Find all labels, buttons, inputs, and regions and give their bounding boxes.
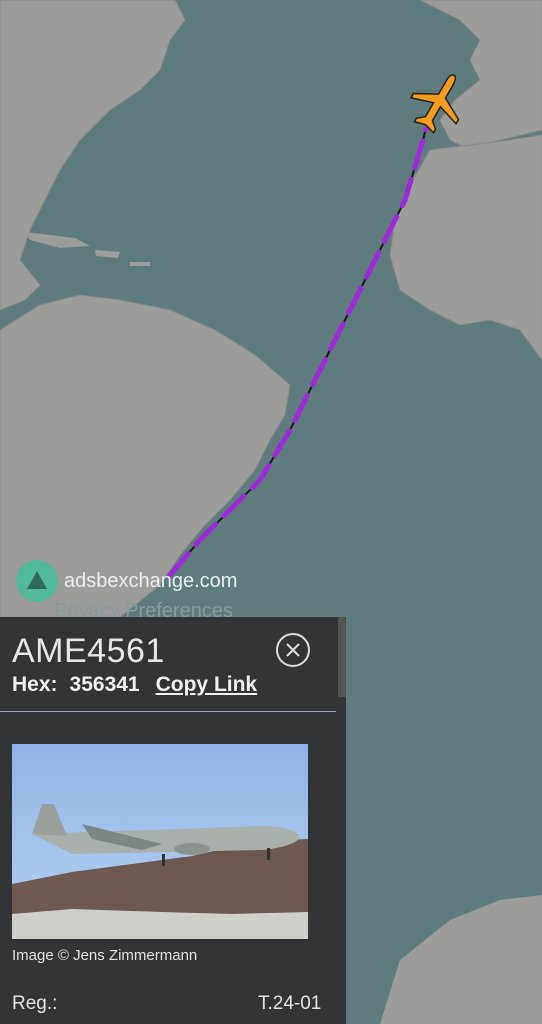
aircraft-info-panel: AME4561 Hex: 356341 Copy Link Image © Jens (0, 617, 346, 1024)
aircraft-photo[interactable] (12, 744, 308, 939)
copy-link-button[interactable]: Copy Link (156, 673, 258, 696)
panel-scrollbar[interactable] (338, 617, 346, 697)
hex-value: 356341 (69, 673, 140, 696)
adsbexchange-logo-icon (16, 560, 58, 602)
registration-label: Reg.: (12, 993, 58, 1014)
close-icon (286, 643, 300, 657)
close-panel-button[interactable] (276, 633, 310, 667)
photo-caption: Image © Jens Zimmermann (12, 947, 198, 964)
hex-label: Hex: (12, 673, 58, 696)
attribution-text[interactable]: adsbexchange.com (64, 570, 237, 593)
registration-value: T.24-01 (258, 993, 322, 1014)
hex-row: Hex: 356341 Copy Link (12, 673, 257, 697)
panel-divider (0, 711, 336, 712)
attribution-watermark: adsbexchange.com Privacy Preferences (16, 560, 336, 622)
callsign-title: AME4561 (12, 632, 165, 670)
